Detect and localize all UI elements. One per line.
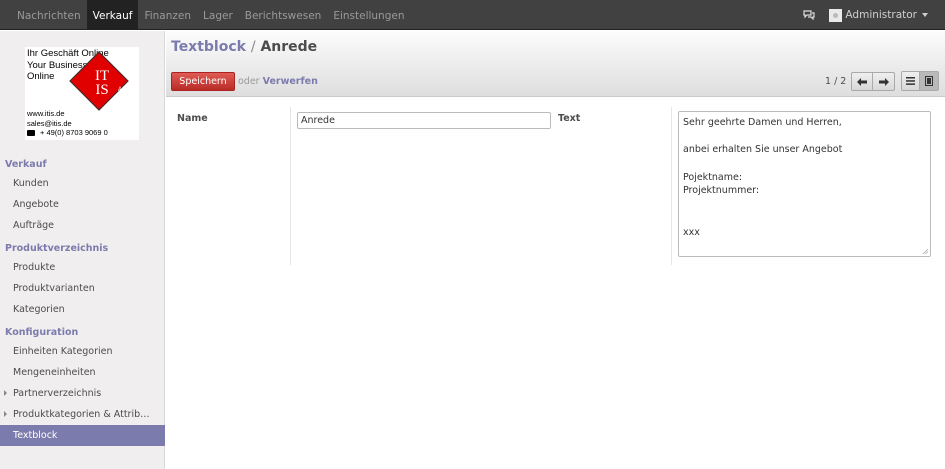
breadcrumb-current: Anrede (260, 39, 318, 55)
or-label: oder (238, 76, 260, 87)
sidebar-nav: Verkauf Kunden Angebote Aufträge Produkt… (0, 152, 165, 446)
text-label: Text (558, 113, 581, 124)
top-menu-lager[interactable]: Lager (197, 0, 239, 29)
list-view-button[interactable] (901, 71, 920, 91)
sidebar-item-angebote[interactable]: Angebote (0, 194, 165, 215)
sidebar-item-kunden[interactable]: Kunden (0, 173, 165, 194)
top-menu-finanzen[interactable]: Finanzen (138, 0, 197, 29)
top-menu-einstellungen[interactable]: Einstellungen (327, 0, 410, 29)
sidebar-item-produktvarianten[interactable]: Produktvarianten (0, 278, 165, 299)
resize-grip-icon[interactable] (922, 248, 929, 255)
top-menu-berichtswesen[interactable]: Berichtswesen (239, 0, 328, 29)
pager-buttons (851, 72, 895, 91)
avatar[interactable] (829, 8, 843, 22)
sidebar-item-textblock[interactable]: Textblock (0, 425, 165, 446)
user-name[interactable]: Administrator (845, 9, 917, 21)
company-logo[interactable]: Ihr Geschäft Online Your Business Online… (25, 47, 139, 140)
sidebar-section-verkauf: Verkauf (5, 159, 47, 170)
sidebar-section-konfiguration: Konfiguration (5, 327, 79, 338)
save-button[interactable]: Speichern (171, 72, 235, 91)
form-view-button[interactable] (920, 71, 939, 91)
column-divider (671, 107, 672, 265)
sidebar-section-produktverzeichnis: Produktverzeichnis (5, 243, 109, 254)
expand-arrow-icon[interactable] (4, 390, 7, 396)
phone-icon (27, 130, 35, 136)
pager-value: 1 / 2 (825, 76, 847, 87)
name-label: Name (177, 113, 208, 124)
sidebar-item-produktkategorien[interactable]: Produktkategorien & Attrib… (0, 404, 165, 425)
logo-contact: www.itis.de sales@itis.de + 49(0) 8703 9… (27, 109, 108, 137)
breadcrumb-parent[interactable]: Textblock (171, 39, 246, 55)
text-field[interactable]: Sehr geehrte Damen und Herren, anbei erh… (678, 111, 931, 257)
top-menu-verkauf[interactable]: Verkauf (86, 0, 139, 29)
top-menu-nachrichten[interactable]: Nachrichten (11, 0, 87, 29)
top-bar: Nachrichten Verkauf Finanzen Lager Beric… (0, 0, 945, 30)
view-switcher (901, 71, 939, 91)
discard-button[interactable]: Verwerfen (263, 76, 318, 87)
sidebar-item-auftraege[interactable]: Aufträge (0, 215, 165, 236)
logo-mark: IT IS (95, 68, 110, 98)
sidebar-item-einheiten-kategorien[interactable]: Einheiten Kategorien (0, 341, 165, 362)
logo-ag: AG (118, 87, 127, 93)
top-menu: Nachrichten Verkauf Finanzen Lager Beric… (11, 0, 411, 30)
sidebar-item-mengeneinheiten[interactable]: Mengeneinheiten (0, 362, 165, 383)
column-divider (290, 107, 291, 265)
form-sheet: Name Text Sehr geehrte Damen und Herren,… (166, 97, 945, 297)
main-content: Textblock / Anrede Speichern oder Verwer… (166, 31, 945, 297)
breadcrumb: Textblock / Anrede (171, 39, 317, 55)
sidebar-item-produkte[interactable]: Produkte (0, 257, 165, 278)
or-discard: oder Verwerfen (238, 76, 318, 87)
list-view-icon (906, 77, 915, 85)
arrow-right-icon (878, 77, 889, 86)
chevron-down-icon[interactable] (922, 13, 928, 17)
sidebar: Ihr Geschäft Online Your Business Online… (0, 31, 165, 469)
sidebar-item-partnerverzeichnis[interactable]: Partnerverzeichnis (0, 383, 165, 404)
arrow-left-icon (857, 77, 867, 86)
control-panel: Textblock / Anrede Speichern oder Verwer… (166, 31, 945, 97)
breadcrumb-separator: / (250, 39, 256, 55)
form-view-icon (925, 76, 933, 86)
chat-icon[interactable] (803, 10, 816, 20)
pager-previous-button[interactable] (851, 72, 873, 91)
expand-arrow-icon[interactable] (4, 411, 7, 417)
name-field[interactable] (297, 112, 551, 129)
user-area: Administrator (803, 0, 928, 30)
pager-next-button[interactable] (873, 72, 895, 91)
sidebar-item-kategorien[interactable]: Kategorien (0, 299, 165, 320)
